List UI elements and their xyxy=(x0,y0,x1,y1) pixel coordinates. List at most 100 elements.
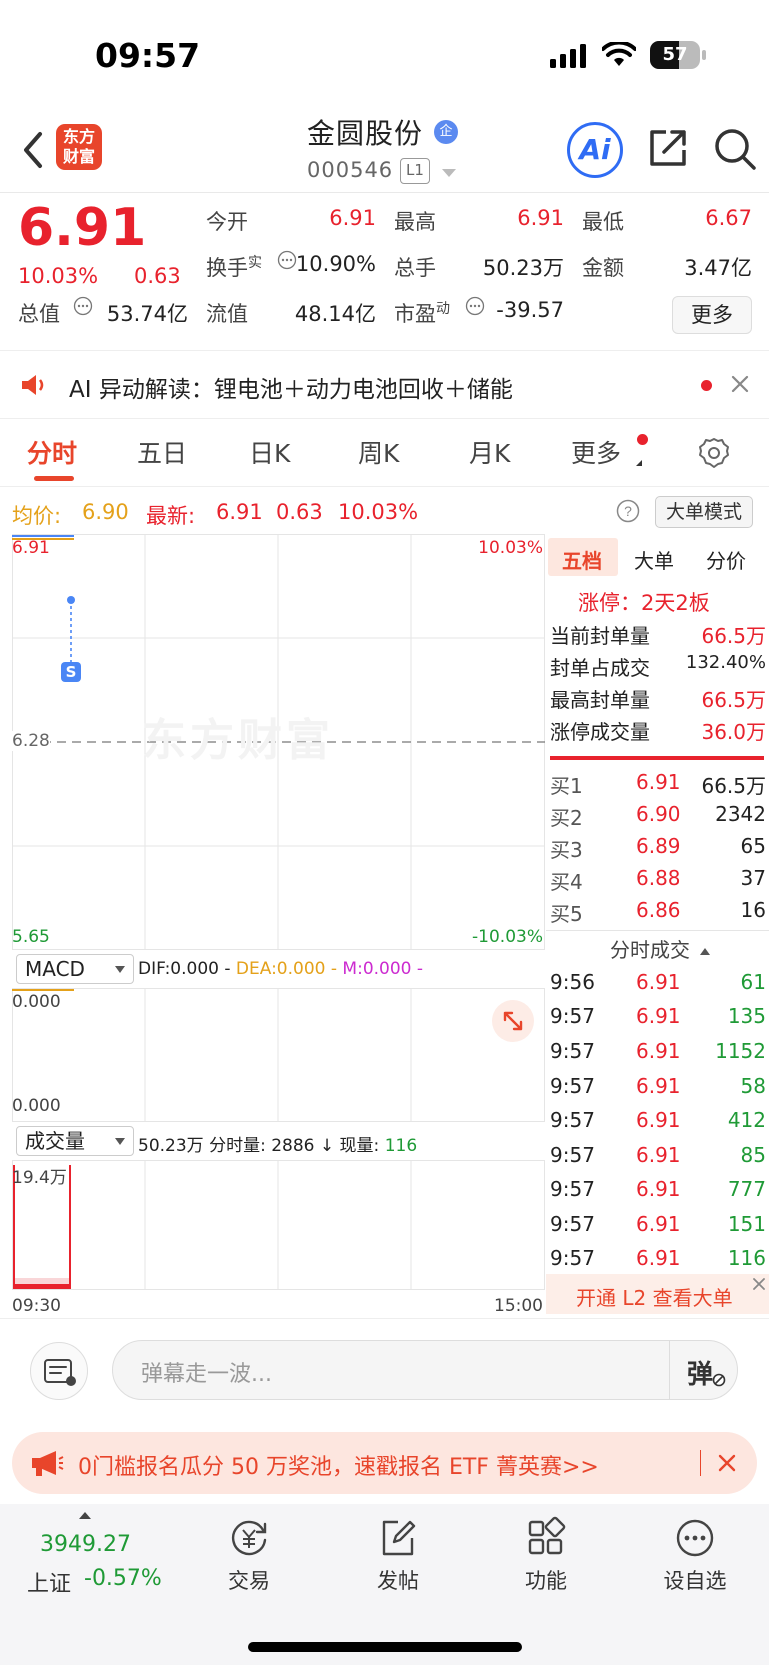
megaphone-icon xyxy=(32,1451,64,1476)
trade-price: 6.91 xyxy=(636,1246,681,1270)
current-price: 6.91 xyxy=(18,198,147,258)
chevron-down-icon xyxy=(115,966,125,973)
trade-volume: 135 xyxy=(727,1004,766,1028)
bid-row[interactable]: 买4 6.88 37 xyxy=(550,866,766,898)
share-icon[interactable] xyxy=(646,126,690,170)
logo-text-2: 财富 xyxy=(62,147,95,166)
stat-row: 涨停成交量 36.0万 xyxy=(550,716,766,748)
tab-level5[interactable]: 五档 xyxy=(562,545,602,574)
nav-add-watchlist[interactable]: 设自选 xyxy=(635,1516,755,1595)
tab-five-day[interactable]: 五日 xyxy=(137,434,187,470)
more-red-dot xyxy=(637,434,648,445)
info-dots-icon[interactable] xyxy=(73,296,93,316)
tab-monthly-k[interactable]: 月K xyxy=(469,434,510,470)
more-button[interactable]: 更多 xyxy=(672,296,752,334)
tab-daily-k[interactable]: 日K xyxy=(249,434,290,470)
trade-row: 9:56 6.91 61 xyxy=(550,970,766,1002)
logo-text-1: 东方 xyxy=(62,127,95,146)
trades-title[interactable]: 分时成交 xyxy=(610,934,710,963)
tab-price-volume[interactable]: 分价 xyxy=(706,545,746,574)
bottom-nav: 3949.27 上证 -0.57% 交易 发帖 功能 设自选 xyxy=(0,1504,769,1665)
settings-icon[interactable] xyxy=(697,436,731,470)
bid-price: 6.88 xyxy=(636,866,681,890)
bid-row[interactable]: 买1 6.91 66.5万 xyxy=(550,770,766,802)
active-tab-indicator xyxy=(34,476,74,481)
intraday-price-chart[interactable]: S 东方财富 6.91 6.28 5.65 10.03% -10.03% xyxy=(12,534,545,950)
stat-label: 涨停成交量 xyxy=(550,720,650,744)
volume-value: 50.23万 xyxy=(482,256,564,280)
info-dots-icon[interactable] xyxy=(465,296,485,316)
amount-value: 3.47亿 xyxy=(684,256,752,280)
chevron-up-icon[interactable] xyxy=(79,1512,91,1519)
close-icon[interactable] xyxy=(718,1454,736,1472)
promo-banner[interactable]: 0门槛报名瓜分 50 万奖池，速戳报名 ETF 菁英赛>> xyxy=(12,1432,757,1494)
status-bar: 09:57 57 xyxy=(0,0,769,110)
trade-time: 9:57 xyxy=(550,1212,595,1236)
trade-time: 9:57 xyxy=(550,1004,595,1028)
nav-trade[interactable]: 交易 xyxy=(189,1516,309,1595)
bid-volume: 2342 xyxy=(715,802,766,826)
danmu-input[interactable]: 弹幕走一波... 弹 xyxy=(112,1340,738,1400)
volume-selector[interactable]: 成交量 xyxy=(16,1126,134,1156)
volume-label: 总手 xyxy=(394,256,436,280)
tab-big-order[interactable]: 大单 xyxy=(634,545,674,574)
nav-add-watchlist-label: 设自选 xyxy=(663,1569,727,1593)
level-badge[interactable]: L1 xyxy=(400,158,430,184)
bid-label: 买5 xyxy=(550,902,583,926)
help-icon[interactable]: ? xyxy=(616,499,640,523)
macd-selector[interactable]: MACD xyxy=(16,954,134,984)
chart-tabs: 分时 五日 日K 周K 月K 更多 xyxy=(0,420,769,486)
expand-icon[interactable] xyxy=(492,1000,534,1042)
ai-button[interactable]: Ai xyxy=(567,122,623,178)
close-icon[interactable] xyxy=(751,1276,767,1292)
nav-post[interactable]: 发帖 xyxy=(338,1516,458,1595)
nav-post-label: 发帖 xyxy=(377,1569,419,1593)
close-icon[interactable] xyxy=(731,375,749,393)
tab-intraday[interactable]: 分时 xyxy=(27,434,77,470)
trade-price: 6.91 xyxy=(636,1039,681,1063)
trade-time: 9:57 xyxy=(550,1143,595,1167)
bid-price: 6.86 xyxy=(636,898,681,922)
macd-chart[interactable]: 0.000 0.000 xyxy=(12,988,545,1122)
total-value-label: 总值 xyxy=(18,302,60,326)
chevron-down-icon xyxy=(115,1138,125,1145)
pe-label: 市盈动 xyxy=(394,298,450,328)
trade-volume: 412 xyxy=(727,1108,766,1132)
tab-more[interactable]: 更多 xyxy=(571,434,621,470)
ai-insight-bar[interactable]: AI 异动解读：锂电池＋动力电池回收＋储能 xyxy=(0,351,769,418)
danmu-send-button[interactable]: 弹 xyxy=(687,1354,713,1391)
danmu-list-button[interactable] xyxy=(30,1342,88,1400)
stat-value: 66.5万 xyxy=(701,624,766,648)
macd-selector-label: MACD xyxy=(25,957,85,981)
search-icon[interactable] xyxy=(712,126,758,172)
trade-volume: 151 xyxy=(727,1212,766,1236)
bid-row[interactable]: 买3 6.89 65 xyxy=(550,834,766,866)
big-order-mode-button[interactable]: 大单模式 xyxy=(655,496,753,528)
back-arrow-icon[interactable] xyxy=(18,128,48,172)
change-amount: 0.63 xyxy=(134,264,181,288)
trade-time: 9:57 xyxy=(550,1108,595,1132)
sell-marker[interactable]: S xyxy=(61,662,81,682)
last-change: 0.63 xyxy=(276,500,323,524)
tab-weekly-k[interactable]: 周K xyxy=(358,434,399,470)
stat-value: 66.5万 xyxy=(701,688,766,712)
volume-axis-max: 19.4万 xyxy=(12,1168,67,1188)
macd-values: DIF:0.000 - DEA:0.000 - M:0.000 - xyxy=(138,959,423,979)
l2-cta[interactable]: 开通 L2 查看大单 xyxy=(546,1274,769,1314)
nav-features[interactable]: 功能 xyxy=(486,1516,606,1595)
level-dropdown-icon[interactable] xyxy=(442,169,456,177)
volume-chart[interactable]: 19.4万 09:30 15:00 xyxy=(12,1160,545,1316)
stock-name: 金圆股份 xyxy=(307,117,424,150)
turnover-value: 10.90% xyxy=(295,252,376,276)
more-dots-icon xyxy=(676,1519,714,1557)
bid-row[interactable]: 买2 6.90 2342 xyxy=(550,802,766,834)
turnover-label: 换手实 xyxy=(206,252,262,282)
trade-row: 9:57 6.91 1152 xyxy=(550,1039,766,1071)
time-axis-end: 15:00 xyxy=(494,1296,543,1316)
trade-row: 9:57 6.91 777 xyxy=(550,1177,766,1209)
volume-selector-label: 成交量 xyxy=(25,1129,85,1153)
time-axis-start: 09:30 xyxy=(12,1296,61,1316)
open-value: 6.91 xyxy=(329,206,376,230)
bid-row[interactable]: 买5 6.86 16 xyxy=(550,898,766,930)
index-value[interactable]: 3949.27 xyxy=(40,1532,131,1557)
